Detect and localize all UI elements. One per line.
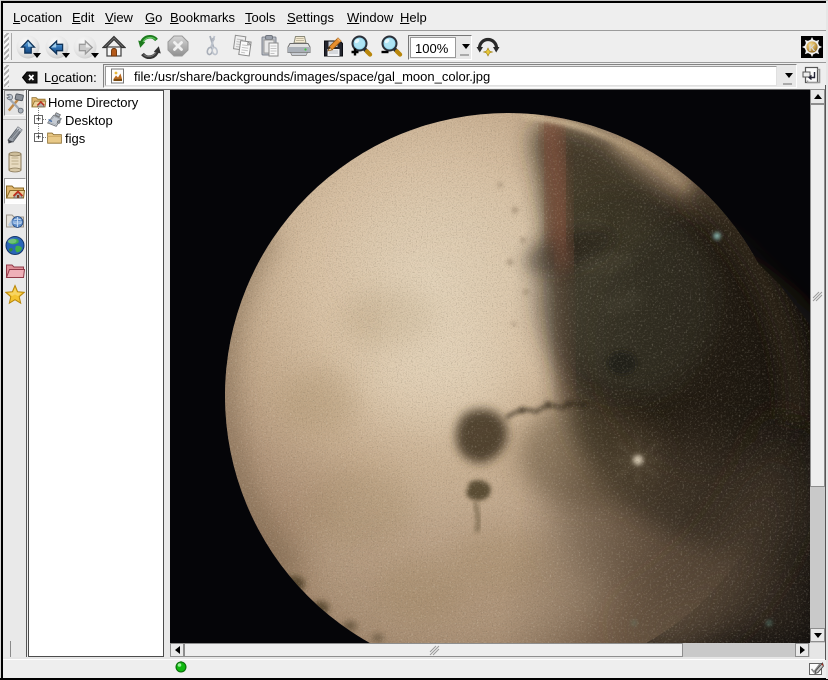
svg-text:K: K — [809, 43, 816, 53]
